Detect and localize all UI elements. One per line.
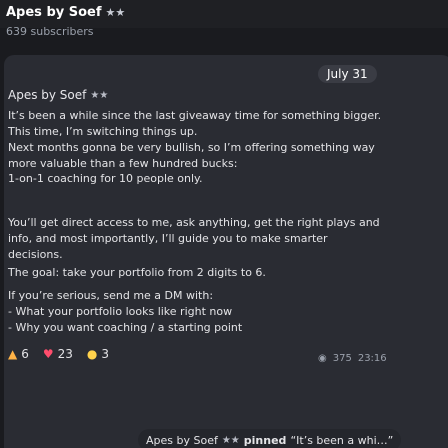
fire-icon: ▲ — [8, 347, 18, 361]
heart-icon: ♥ — [42, 347, 54, 361]
pinned-label: pinned — [243, 433, 287, 447]
reaction-fire[interactable]: ▲ 6 — [8, 347, 29, 361]
channel-title[interactable]: Apes by Soef ★★ — [6, 5, 125, 20]
message-line: decisions. — [8, 248, 63, 261]
eye-icon: ◉ — [318, 353, 327, 364]
message-line: more valuable than a few hundred bucks: — [8, 157, 238, 170]
reaction-count: 3 — [101, 347, 110, 361]
message-card[interactable]: July 31 Apes by Soef ★★ It’s been a whil… — [4, 55, 448, 448]
message-paragraph-5: If you’re serious, send me a DM with: - … — [8, 288, 242, 336]
reaction-heart[interactable]: ♥ 23 — [43, 347, 73, 361]
pinned-author-emoji-icon: ★★ — [221, 434, 240, 446]
reaction-bulb[interactable]: ● 3 — [87, 347, 109, 361]
pinned-text: “It’s been a whi…” — [290, 433, 394, 447]
reaction-count: 23 — [57, 347, 73, 361]
reactions-bar: ▲ 6 ♥ 23 ● 3 — [8, 347, 109, 361]
message-line: 1-on-1 coaching for 10 people only. — [8, 172, 203, 185]
message-meta: ◉ 375 23:16 — [318, 353, 387, 364]
message-paragraph-3: You’ll get direct access to me, ask anyt… — [8, 215, 380, 263]
reaction-count: 6 — [21, 347, 29, 361]
channel-emoji-icon: ★★ — [105, 6, 126, 19]
view-count: 375 — [332, 353, 352, 364]
telegram-channel-view: Apes by Soef ★★ 639 subscribers July 31 … — [0, 0, 448, 448]
message-line: - What your portfolio looks like right n… — [8, 305, 233, 318]
message-line: It’s been a while since the last giveawa… — [8, 109, 382, 122]
channel-name: Apes by Soef — [6, 5, 102, 20]
message-line: If you’re serious, send me a DM with: — [8, 289, 214, 302]
message-author[interactable]: Apes by Soef ★★ — [8, 88, 108, 102]
message-paragraph-4: The goal: take your portfolio from 2 dig… — [8, 265, 266, 281]
message-line: The goal: take your portfolio from 2 dig… — [8, 266, 266, 279]
author-emoji-icon: ★★ — [90, 89, 109, 101]
lightbulb-icon: ● — [86, 347, 98, 361]
message-paragraph-2: 1-on-1 coaching for 10 people only. — [8, 171, 202, 187]
message-line: This time, I’m switching things up. — [8, 125, 198, 138]
pinned-author: Apes by Soef — [146, 433, 218, 447]
date-badge: July 31 — [318, 65, 377, 83]
message-line: You’ll get direct access to me, ask anyt… — [8, 216, 380, 229]
message-time: 23:16 — [357, 353, 387, 364]
author-name: Apes by Soef — [8, 88, 87, 102]
subscriber-count: 639 subscribers — [6, 25, 94, 38]
message-line: - Why you want coaching / a starting poi… — [8, 321, 243, 334]
message-paragraph-1: It’s been a while since the last giveawa… — [8, 108, 381, 172]
message-line: Next months gonna be very bullish, so I’… — [8, 141, 375, 154]
channel-header[interactable]: Apes by Soef ★★ — [0, 0, 448, 28]
message-line: info, and most importantly, I’ll guide y… — [8, 232, 328, 245]
pinned-message-notice[interactable]: Apes by Soef ★★ pinned “It’s been a whi…… — [138, 429, 402, 448]
